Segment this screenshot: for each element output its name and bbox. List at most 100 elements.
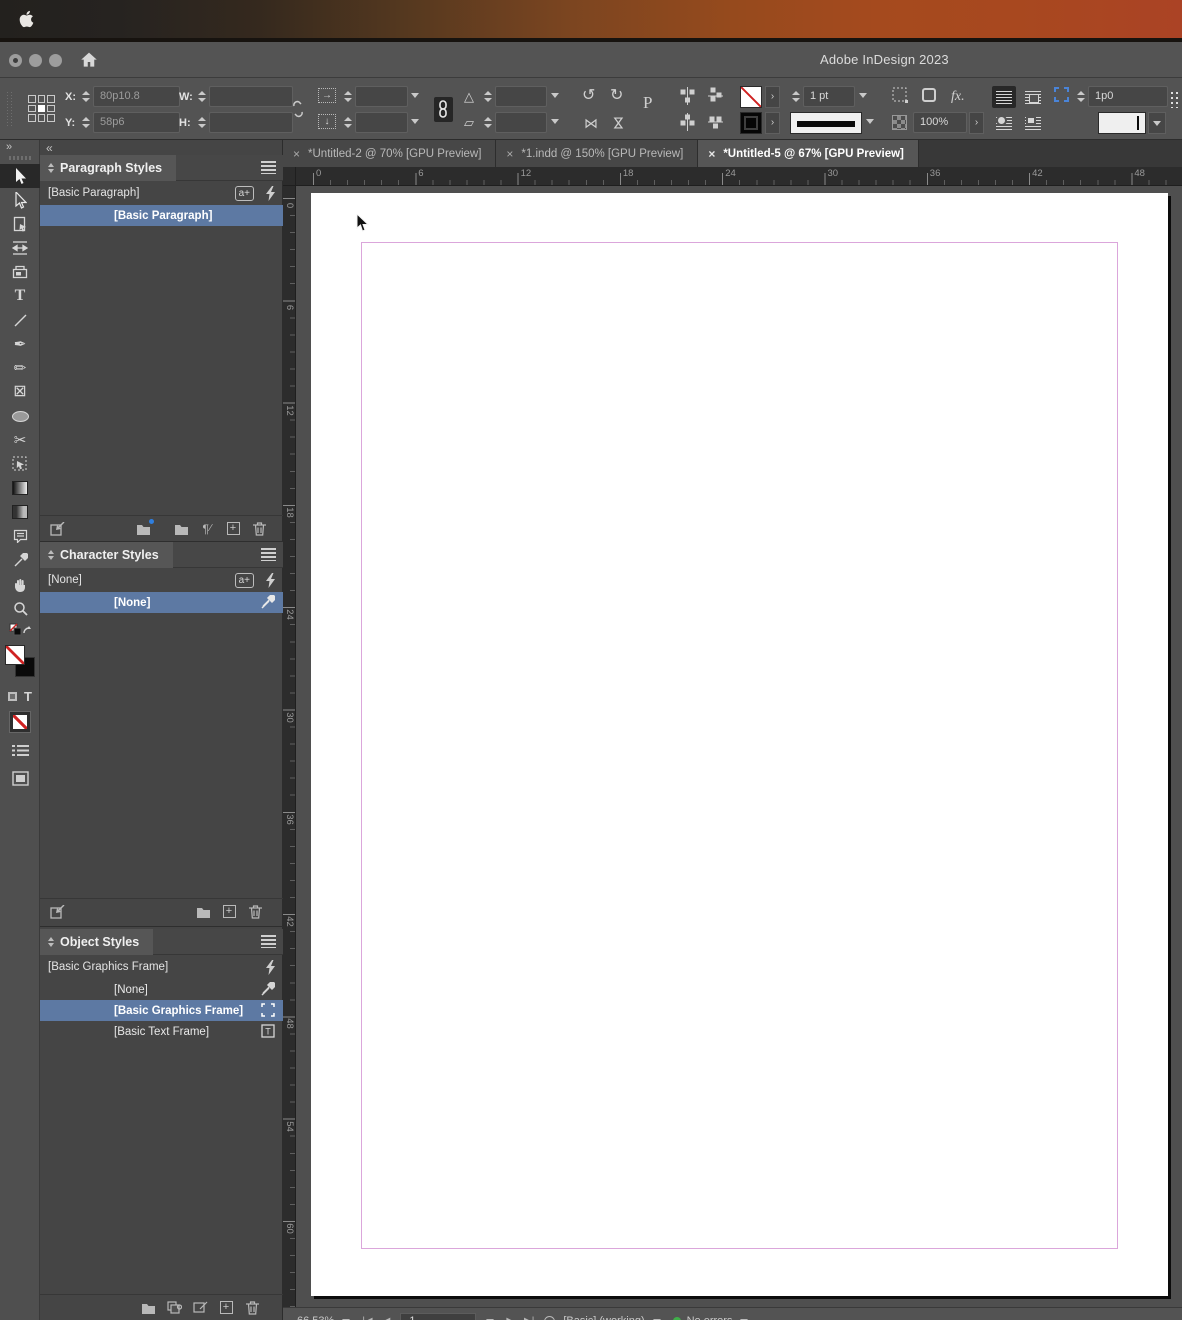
toolbar-grip[interactable] bbox=[9, 156, 31, 160]
fill-color-swatch-none[interactable] bbox=[5, 645, 25, 665]
preflight-profile[interactable]: [Basic] (working) bbox=[563, 1315, 644, 1320]
dock-collapse-chevrons[interactable]: « bbox=[46, 141, 53, 155]
transform-position-icon[interactable]: P bbox=[643, 94, 652, 111]
dock-handle-dots[interactable] bbox=[1171, 92, 1178, 108]
zoom-tool[interactable] bbox=[0, 596, 40, 620]
type-tool[interactable]: T bbox=[0, 284, 40, 308]
style-list-item[interactable]: [Basic Paragraph] bbox=[40, 205, 283, 226]
panel-collapse-icon[interactable] bbox=[48, 937, 54, 947]
clear-overrides-button[interactable] bbox=[44, 901, 70, 923]
page-number-field[interactable]: 1 bbox=[400, 1312, 477, 1320]
rotation-dropdown[interactable] bbox=[551, 93, 559, 98]
proxy-cell-center[interactable] bbox=[37, 104, 46, 113]
rotate-ccw-icon[interactable]: ↺ bbox=[582, 88, 595, 104]
preflight-status[interactable]: No errors bbox=[687, 1315, 733, 1320]
scale-y-dropdown[interactable] bbox=[411, 119, 419, 124]
flip-horizontal-icon[interactable]: ⋈ bbox=[584, 116, 598, 130]
ruler-origin-box[interactable] bbox=[283, 167, 296, 186]
panel-collapse-icon[interactable] bbox=[48, 163, 54, 173]
first-page-button[interactable]: |◀ bbox=[362, 1316, 372, 1320]
y-field[interactable]: 58p6 bbox=[93, 112, 180, 133]
delete-style-button[interactable] bbox=[242, 901, 268, 923]
direct-selection-tool[interactable] bbox=[0, 188, 40, 212]
document-page[interactable] bbox=[311, 193, 1168, 1296]
panel-menu-icon[interactable] bbox=[261, 935, 276, 948]
stroke-weight-field[interactable]: 1 pt bbox=[803, 86, 855, 107]
style-group-folder-button[interactable] bbox=[190, 901, 216, 923]
clear-overrides-paragraph-button[interactable]: ¶ ∕ bbox=[194, 518, 220, 540]
stroke-swatch-black[interactable] bbox=[740, 112, 762, 134]
clear-overrides-button[interactable] bbox=[44, 518, 70, 540]
proxy-cell[interactable] bbox=[28, 114, 36, 122]
rotation-stepper[interactable] bbox=[482, 86, 493, 107]
toolbar-expand-chevrons[interactable]: » bbox=[6, 141, 12, 153]
view-options-icon[interactable] bbox=[0, 736, 40, 764]
h-field[interactable] bbox=[209, 112, 293, 133]
content-collector-tool[interactable] bbox=[0, 260, 40, 284]
close-tab-icon[interactable]: × bbox=[708, 147, 715, 161]
rectangle-frame-tool[interactable]: ⊠ bbox=[0, 380, 40, 404]
object-styles-tab[interactable]: Object Styles bbox=[40, 929, 154, 955]
free-transform-tool[interactable] bbox=[0, 452, 40, 476]
jump-object-button[interactable] bbox=[1021, 112, 1045, 134]
cc-library-button[interactable] bbox=[130, 518, 156, 540]
document-tab[interactable]: × *1.indd @ 150% [GPU Preview] bbox=[496, 140, 699, 167]
flip-vertical-icon[interactable]: ⋈ bbox=[611, 116, 627, 130]
quick-apply-bolt-icon[interactable] bbox=[266, 959, 275, 975]
constrain-scale-link-button[interactable] bbox=[434, 97, 453, 122]
scale-y-field[interactable] bbox=[355, 112, 408, 133]
wrap-offset-field[interactable]: 1p0 bbox=[1088, 86, 1168, 107]
corner-options-icon[interactable] bbox=[922, 88, 936, 102]
close-tab-icon[interactable]: × bbox=[293, 147, 300, 161]
close-tab-icon[interactable]: × bbox=[506, 147, 513, 161]
last-page-button[interactable]: ▶| bbox=[524, 1316, 534, 1320]
minimize-window-button[interactable] bbox=[29, 54, 42, 67]
home-icon[interactable] bbox=[79, 50, 99, 70]
close-window-button[interactable] bbox=[9, 54, 22, 67]
style-list-item[interactable]: [Basic Text Frame] T bbox=[40, 1021, 283, 1042]
proxy-cell[interactable] bbox=[47, 104, 55, 113]
panel-menu-icon[interactable] bbox=[261, 548, 276, 561]
style-group-folder-button[interactable] bbox=[135, 1297, 161, 1319]
stroke-flyout-button[interactable]: › bbox=[765, 112, 780, 134]
shear-field[interactable] bbox=[495, 112, 547, 133]
scale-y-stepper[interactable] bbox=[342, 112, 353, 133]
selection-tool[interactable] bbox=[0, 164, 40, 188]
pencil-tool[interactable]: ✏ bbox=[0, 356, 40, 380]
redefine-style-badge[interactable]: a+ bbox=[234, 185, 254, 201]
clear-overrides-frame-button[interactable] bbox=[187, 1297, 213, 1319]
no-text-wrap-button[interactable] bbox=[992, 86, 1016, 108]
gradient-feather-tool[interactable] bbox=[0, 500, 40, 524]
delete-style-button[interactable] bbox=[239, 1297, 265, 1319]
distribute-vertical-icon[interactable] bbox=[680, 87, 695, 105]
shear-stepper[interactable] bbox=[482, 112, 493, 133]
constrain-wh-broken-link-icon[interactable] bbox=[290, 98, 306, 120]
gap-tool[interactable] bbox=[0, 236, 40, 260]
pen-tool[interactable]: ✒ bbox=[0, 332, 40, 356]
zoom-window-button[interactable] bbox=[49, 54, 62, 67]
pasteboard[interactable] bbox=[296, 186, 1182, 1307]
shear-dropdown[interactable] bbox=[551, 119, 559, 124]
select-container-icon[interactable] bbox=[892, 87, 909, 104]
fill-swatch-none[interactable] bbox=[740, 86, 762, 108]
gradient-swatch-tool[interactable] bbox=[0, 476, 40, 500]
proxy-cell[interactable] bbox=[28, 104, 36, 113]
reference-point-proxy[interactable] bbox=[28, 95, 55, 122]
formatting-affects-container-icon[interactable] bbox=[8, 691, 18, 701]
rotation-field[interactable] bbox=[495, 86, 547, 107]
formatting-affects-text-icon[interactable]: T bbox=[24, 689, 32, 704]
proxy-cell[interactable] bbox=[28, 95, 36, 103]
previous-page-button[interactable]: ◀ bbox=[383, 1316, 391, 1320]
page-tool[interactable] bbox=[0, 212, 40, 236]
x-field[interactable]: 80p10.8 bbox=[93, 86, 180, 107]
effects-fx-icon[interactable]: fx. bbox=[951, 90, 965, 104]
delete-style-button[interactable] bbox=[246, 518, 272, 540]
document-tab[interactable]: × *Untitled-2 @ 70% [GPU Preview] bbox=[283, 140, 497, 167]
ellipse-tool[interactable] bbox=[0, 404, 40, 428]
wrap-offset-stepper[interactable] bbox=[1075, 86, 1086, 107]
panel-collapse-icon[interactable] bbox=[48, 550, 54, 560]
x-stepper[interactable] bbox=[80, 86, 91, 107]
document-tab-active[interactable]: × *Untitled-5 @ 67% [GPU Preview] bbox=[698, 140, 919, 167]
rotate-cw-icon[interactable]: ↻ bbox=[610, 88, 623, 104]
proxy-cell[interactable] bbox=[47, 114, 55, 122]
